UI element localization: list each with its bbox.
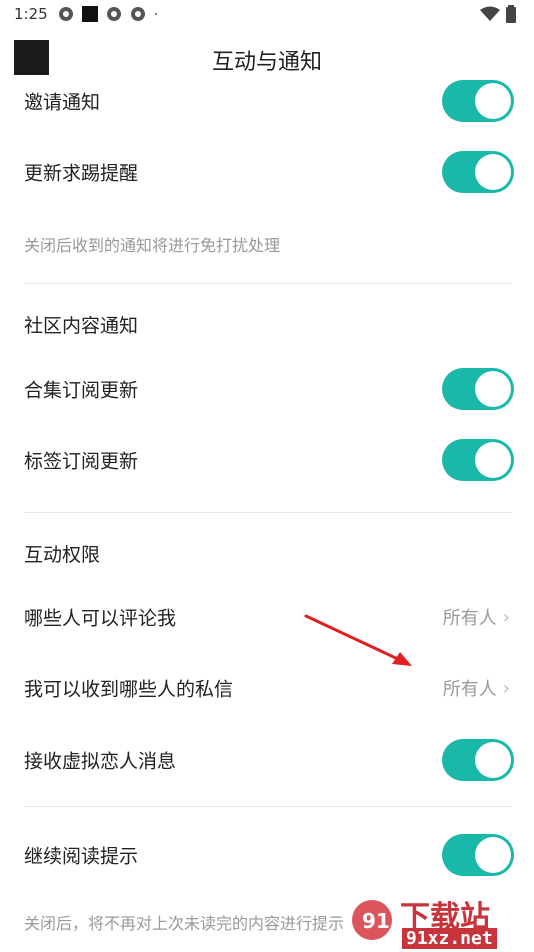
comment-permission-label: 哪些人可以评论我 bbox=[24, 607, 177, 630]
continue-reading-label: 继续阅读提示 bbox=[24, 845, 139, 868]
collection-update-label: 合集订阅更新 bbox=[24, 379, 139, 402]
dm-permission-value[interactable]: 所有人 › bbox=[443, 675, 510, 701]
toggle-knob bbox=[475, 442, 511, 478]
tag-update-toggle[interactable] bbox=[442, 439, 514, 481]
invite-notification-label: 邀请通知 bbox=[24, 91, 101, 114]
virtual-lover-row[interactable]: 接收虚拟恋人消息 bbox=[0, 725, 534, 795]
svg-text:9: 9 bbox=[362, 909, 376, 933]
wifi-icon bbox=[480, 6, 500, 21]
virtual-lover-label: 接收虚拟恋人消息 bbox=[24, 750, 177, 773]
status-time: 1:25 bbox=[14, 5, 48, 23]
status-icons bbox=[58, 5, 162, 23]
app-notification-icon bbox=[107, 7, 121, 21]
divider bbox=[24, 283, 512, 284]
collection-update-toggle[interactable] bbox=[442, 368, 514, 410]
chevron-right-icon: › bbox=[502, 677, 510, 699]
tag-update-label: 标签订阅更新 bbox=[24, 450, 139, 473]
comment-permission-row[interactable]: 哪些人可以评论我 所有人 › bbox=[0, 582, 534, 652]
app-square-icon bbox=[82, 6, 98, 22]
more-dot-icon bbox=[155, 13, 157, 15]
watermark-url: 91xz.net bbox=[402, 928, 497, 949]
notification-hint: 关闭后收到的通知将进行免打扰处理 bbox=[24, 236, 281, 255]
toggle-knob bbox=[475, 83, 511, 119]
annotation-arrow-icon bbox=[304, 614, 412, 666]
invite-notification-row[interactable]: 邀请通知 bbox=[0, 66, 534, 136]
app-notification-icon bbox=[131, 7, 145, 21]
collection-update-row[interactable]: 合集订阅更新 bbox=[0, 354, 534, 424]
update-request-toggle[interactable] bbox=[442, 151, 514, 193]
permissions-section-title: 互动权限 bbox=[24, 544, 101, 566]
update-request-label: 更新求踢提醒 bbox=[24, 162, 139, 185]
chevron-right-icon: › bbox=[502, 606, 510, 628]
community-section-title: 社区内容通知 bbox=[24, 315, 139, 337]
dm-permission-row[interactable]: 我可以收到哪些人的私信 所有人 › bbox=[0, 653, 534, 723]
comment-permission-value-text: 所有人 bbox=[442, 608, 497, 629]
status-bar: 1:25 bbox=[0, 0, 534, 30]
continue-reading-row[interactable]: 继续阅读提示 bbox=[0, 820, 534, 890]
comment-permission-value[interactable]: 所有人 › bbox=[443, 604, 510, 630]
svg-text:1: 1 bbox=[376, 909, 390, 933]
divider bbox=[24, 512, 512, 513]
virtual-lover-toggle[interactable] bbox=[442, 739, 514, 781]
dm-permission-value-text: 所有人 bbox=[442, 679, 497, 700]
app-notification-icon bbox=[59, 7, 73, 21]
tag-update-row[interactable]: 标签订阅更新 bbox=[0, 425, 534, 495]
battery-icon bbox=[506, 5, 516, 23]
dm-permission-label: 我可以收到哪些人的私信 bbox=[24, 678, 234, 701]
invite-notification-toggle[interactable] bbox=[442, 80, 514, 122]
divider bbox=[24, 806, 512, 807]
toggle-knob bbox=[475, 742, 511, 778]
toggle-knob bbox=[475, 154, 511, 190]
continue-reading-toggle[interactable] bbox=[442, 834, 514, 876]
status-right bbox=[480, 5, 516, 23]
reading-hint: 关闭后，将不再对上次未读完的内容进行提示 bbox=[24, 914, 345, 933]
update-request-row[interactable]: 更新求踢提醒 bbox=[0, 137, 534, 207]
toggle-knob bbox=[475, 837, 511, 873]
toggle-knob bbox=[475, 371, 511, 407]
watermark-logo: 9 1 下载站 91xz.net bbox=[348, 890, 528, 949]
